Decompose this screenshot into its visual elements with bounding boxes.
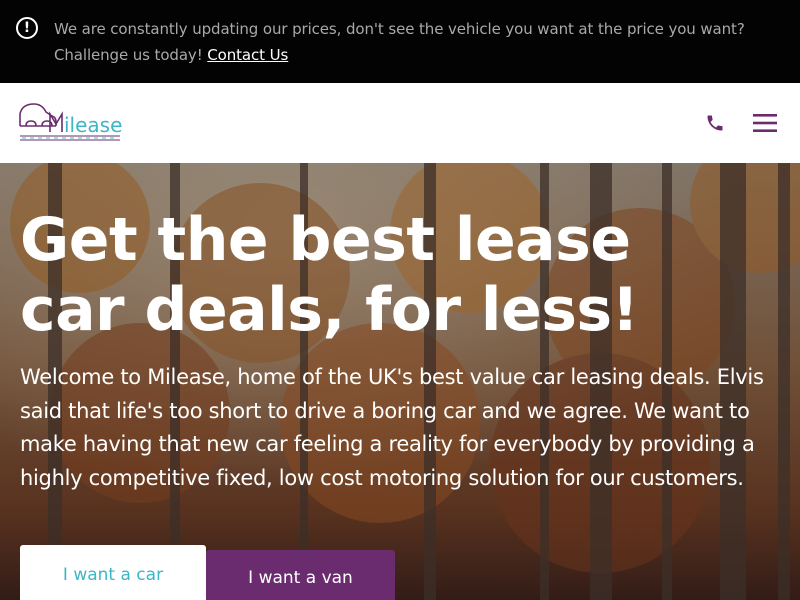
hero-section: Get the best lease car deals, for less! … xyxy=(0,163,800,600)
site-header: ilease xyxy=(0,83,800,163)
notice-bar: ! We are constantly updating our prices,… xyxy=(0,0,800,83)
phone-icon[interactable] xyxy=(702,110,728,136)
header-actions xyxy=(702,110,778,136)
car-logo-icon: ilease xyxy=(19,103,122,141)
notice-text: We are constantly updating our prices, d… xyxy=(54,20,745,64)
milease-logo[interactable]: ilease xyxy=(18,101,122,145)
notice-message: We are constantly updating our prices, d… xyxy=(54,16,766,68)
hero-title: Get the best lease car deals, for less! xyxy=(20,205,639,345)
tab-i-want-a-car[interactable]: I want a car xyxy=(20,545,206,600)
alert-circle-icon: ! xyxy=(16,17,38,39)
tab-i-want-a-van[interactable]: I want a van xyxy=(206,550,395,600)
hero-description: Welcome to Milease, home of the UK's bes… xyxy=(20,365,764,490)
contact-us-link[interactable]: Contact Us xyxy=(207,46,288,64)
menu-icon[interactable] xyxy=(752,110,778,136)
logo-wordmark: ilease xyxy=(64,113,122,137)
